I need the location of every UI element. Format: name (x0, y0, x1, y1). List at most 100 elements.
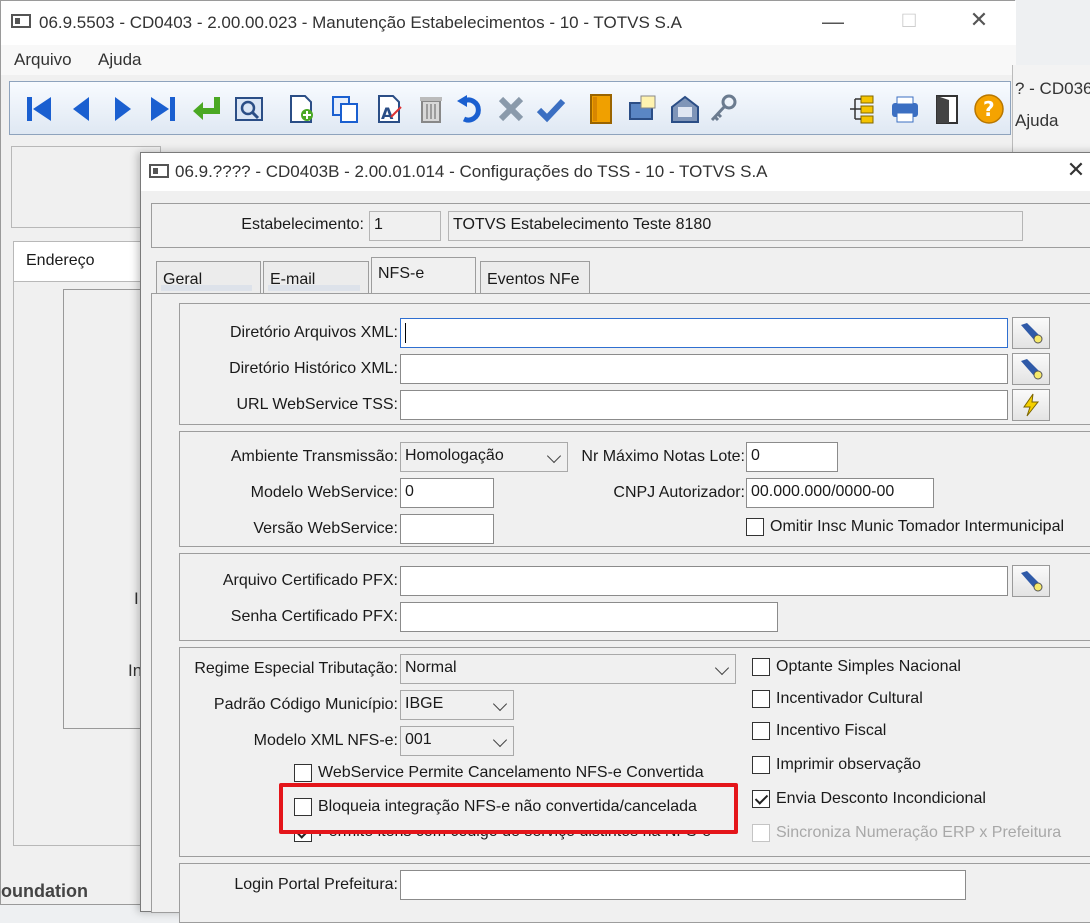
bg-header-panel (11, 146, 161, 228)
window-icon (149, 164, 169, 178)
incentivo-label: Incentivo Fiscal (776, 722, 887, 739)
confirm-icon[interactable] (534, 90, 568, 128)
ws-cancel-checkbox[interactable] (294, 764, 312, 782)
monitor-note-icon[interactable] (626, 90, 660, 128)
imprimir-checkbox[interactable] (752, 756, 770, 774)
bg-label-fragment: I (134, 589, 139, 608)
imprimir-label: Imprimir observação (776, 756, 921, 773)
padrao-label: Padrão Código Município: (213, 696, 398, 713)
tab-eventos-nfe-label: Eventos NFe (487, 271, 580, 288)
xml-dir-browse-button[interactable] (1012, 317, 1050, 349)
url-ws-input[interactable] (400, 390, 1008, 420)
new-record-icon[interactable] (284, 90, 318, 128)
url-ws-label: URL WebService TSS: (236, 396, 398, 413)
search-icon[interactable] (232, 90, 266, 128)
ws-cancel-checkbox-row[interactable]: WebService Permite Cancelamento NFS-e Co… (294, 764, 704, 782)
maximize-icon[interactable]: □ (889, 7, 929, 33)
right-menu-ajuda[interactable]: Ajuda (1015, 111, 1058, 131)
help-icon[interactable]: ? (972, 90, 1006, 128)
tab-geral[interactable]: Geral (156, 261, 261, 293)
login-label: Login Portal Prefeitura: (234, 876, 398, 893)
sincroniza-checkbox (752, 824, 770, 842)
cancel-icon[interactable] (494, 90, 528, 128)
sincroniza-label: Sincroniza Numeração ERP x Prefeitura (776, 824, 1062, 841)
dialog-titlebar: 06.9.???? - CD0403B - 2.00.01.014 - Conf… (141, 153, 1090, 191)
omitir-checkbox[interactable] (746, 518, 764, 536)
pfx-browse-button[interactable] (1012, 565, 1050, 597)
previous-record-icon[interactable] (64, 90, 98, 128)
menu-ajuda[interactable]: Ajuda (98, 50, 141, 70)
chevron-down-icon (492, 732, 508, 748)
pfx-input[interactable] (400, 566, 1008, 596)
estabelecimento-name-field[interactable]: TOTVS Estabelecimento Teste 8180 (448, 211, 1023, 241)
incentivo-checkbox[interactable] (752, 722, 770, 740)
nr-max-input[interactable]: 0 (746, 442, 838, 472)
menu-arquivo[interactable]: Arquivo (14, 50, 72, 70)
modelo-ws-input[interactable]: 0 (400, 478, 494, 508)
test-connection-button[interactable] (1012, 389, 1050, 421)
tab-endereco[interactable]: Endereço (13, 241, 148, 281)
modelo-xml-value: 001 (405, 731, 432, 748)
tab-nfse-label: NFS-e (378, 265, 425, 282)
regime-select[interactable]: Normal (400, 654, 736, 684)
xml-dir-input[interactable] (400, 318, 1008, 348)
ambiente-select[interactable]: Homologação (400, 442, 568, 472)
versao-ws-input[interactable] (400, 514, 494, 544)
goto-icon[interactable] (190, 90, 224, 128)
nr-max-label: Nr Máximo Notas Lote: (581, 448, 745, 465)
tab-email[interactable]: E-mail (263, 261, 369, 293)
minimize-icon[interactable]: — (813, 9, 853, 35)
estabelecimento-group: Estabelecimento: 1 TOTVS Estabelecimento… (151, 203, 1090, 248)
tree-structure-icon[interactable] (844, 90, 878, 128)
omitir-checkbox-row[interactable]: Omitir Insc Munic Tomador Intermunicipal (746, 518, 1064, 536)
tab-eventos-nfe[interactable]: Eventos NFe (480, 261, 590, 293)
flashlight-icon (1021, 571, 1043, 592)
right-window-title: ? - CD036 (1015, 79, 1090, 98)
tab-nfse[interactable]: NFS-e (371, 257, 476, 295)
certificate-group: Arquivo Certificado PFX: Senha Certifica… (179, 553, 1090, 641)
estabelecimento-code-field[interactable]: 1 (369, 211, 441, 241)
copy-icon[interactable] (328, 90, 362, 128)
modelo-xml-select[interactable]: 001 (400, 726, 514, 756)
versao-ws-label: Versão WebService: (253, 520, 398, 537)
print-icon[interactable] (888, 90, 922, 128)
right-window-fragment: ? - CD036 Ajuda (1012, 65, 1090, 165)
modelo-xml-label: Modelo XML NFS-e: (253, 732, 398, 749)
last-record-icon[interactable] (146, 90, 180, 128)
incentivador-checkbox[interactable] (752, 690, 770, 708)
close-icon[interactable]: ✕ (959, 7, 999, 33)
flashlight-icon (1021, 359, 1043, 380)
chevron-down-icon (546, 448, 562, 464)
report-icon[interactable] (668, 90, 702, 128)
cnpj-input[interactable]: 00.000.000/0000-00 (746, 478, 934, 508)
senha-input[interactable] (400, 602, 778, 632)
padrao-select[interactable]: IBGE (400, 690, 514, 720)
hist-dir-label: Diretório Histórico XML: (229, 360, 398, 377)
dialog-title: 06.9.???? - CD0403B - 2.00.01.014 - Conf… (175, 162, 768, 181)
envia-checkbox-row[interactable]: Envia Desconto Incondicional (752, 790, 986, 808)
optante-checkbox-row[interactable]: Optante Simples Nacional (752, 658, 961, 676)
imprimir-checkbox-row[interactable]: Imprimir observação (752, 756, 921, 774)
svg-text:?: ? (983, 97, 995, 121)
bg-footer-fragment: oundation (1, 881, 88, 901)
undo-icon[interactable] (454, 90, 488, 128)
flashlight-icon (1021, 323, 1043, 344)
login-input[interactable] (400, 870, 966, 900)
optante-checkbox[interactable] (752, 658, 770, 676)
hist-dir-browse-button[interactable] (1012, 353, 1050, 385)
delete-icon[interactable] (414, 90, 448, 128)
next-record-icon[interactable] (106, 90, 140, 128)
hist-dir-input[interactable] (400, 354, 1008, 384)
key-icon[interactable] (706, 90, 740, 128)
edit-icon[interactable]: A (372, 90, 406, 128)
first-record-icon[interactable] (22, 90, 56, 128)
envia-checkbox[interactable] (752, 790, 770, 808)
window-icon (11, 14, 31, 28)
close-icon[interactable]: ✕ (1061, 157, 1090, 183)
incentivador-checkbox-row[interactable]: Incentivador Cultural (752, 690, 923, 708)
incentivo-checkbox-row[interactable]: Incentivo Fiscal (752, 722, 886, 740)
bg-window-title: 06.9.5503 - CD0403 - 2.00.00.023 - Manut… (39, 13, 682, 32)
exit-door-icon[interactable] (930, 90, 964, 128)
xml-dir-label: Diretório Arquivos XML: (229, 324, 398, 341)
book-icon[interactable] (584, 90, 618, 128)
